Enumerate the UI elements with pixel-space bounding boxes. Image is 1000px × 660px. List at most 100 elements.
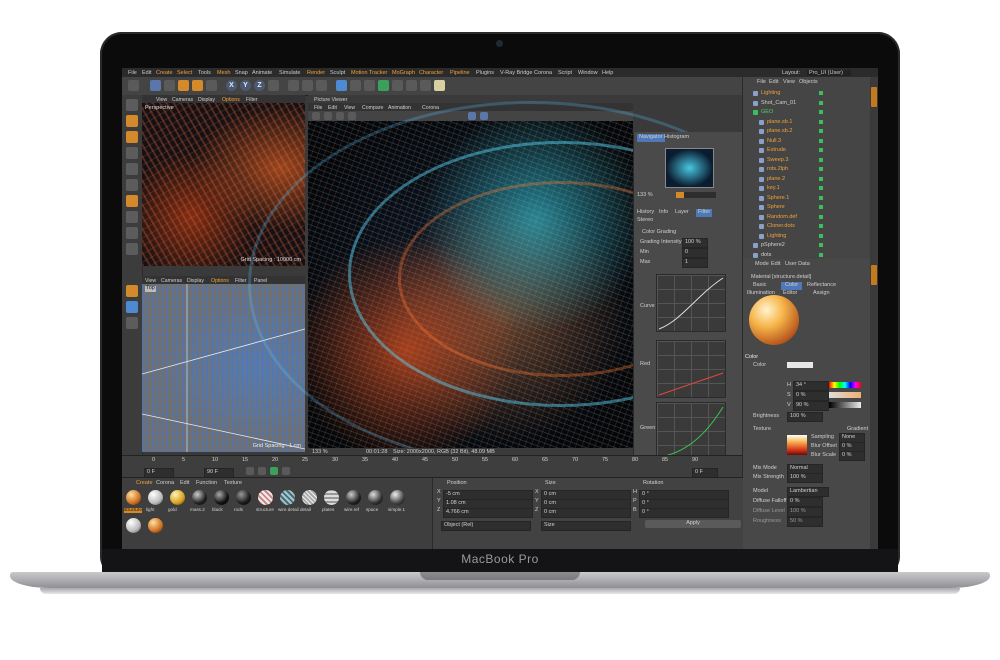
pv-menu-view[interactable]: View	[344, 105, 355, 111]
rotate-tool-icon[interactable]	[192, 80, 203, 91]
mat-menu-corona[interactable]: Corona	[156, 480, 174, 487]
open-image-icon[interactable]	[312, 112, 320, 120]
layout-select[interactable]: Pro_UI (User)	[807, 70, 851, 76]
mat-menu-texture[interactable]: Texture	[224, 480, 242, 487]
save-image-icon[interactable]	[324, 112, 332, 120]
attr-menu-mode[interactable]: Mode	[755, 261, 769, 268]
roughness-field[interactable]: 50 %	[787, 517, 823, 527]
color-swatch[interactable]	[787, 362, 813, 368]
mat-menu-edit[interactable]: Edit	[180, 480, 189, 487]
z-axis-toggle[interactable]: Z	[254, 80, 265, 91]
grading-intensity-field[interactable]: 100 %	[682, 238, 708, 248]
object-enabled-check-icon[interactable]	[819, 176, 823, 181]
solo-icon[interactable]	[126, 285, 138, 297]
value-slider[interactable]	[829, 402, 861, 408]
move-tool-icon[interactable]	[164, 80, 175, 91]
viewport-top-menu-filter[interactable]: Filter	[246, 97, 258, 103]
pv-menu-file[interactable]: File	[314, 105, 322, 111]
object-enabled-check-icon[interactable]	[819, 157, 823, 162]
apply-button[interactable]: Apply	[645, 520, 741, 528]
obj-menu-edit[interactable]: Edit	[769, 79, 778, 86]
material-swatch[interactable]	[148, 518, 163, 533]
material-swatch[interactable]	[148, 490, 163, 505]
undo-icon[interactable]	[128, 80, 139, 91]
object-row[interactable]: Random.def	[749, 213, 873, 222]
field-icon[interactable]	[406, 80, 417, 91]
pv-menu-compare[interactable]: Compare	[362, 105, 383, 111]
navigator-thumbnail[interactable]	[665, 148, 714, 188]
go-to-start-icon[interactable]	[246, 467, 254, 475]
play-icon[interactable]	[270, 467, 278, 475]
viewport-bottom-menu-display[interactable]: Display	[187, 278, 204, 284]
object-row[interactable]: Sweep.3	[749, 156, 873, 165]
object-row[interactable]: Extrude	[749, 146, 873, 155]
min-field[interactable]: 0	[682, 248, 708, 258]
model-mode-icon[interactable]	[126, 99, 138, 111]
deformer-icon[interactable]	[392, 80, 403, 91]
snap-icon[interactable]	[126, 227, 138, 239]
attr-tab-color[interactable]: Color	[781, 282, 803, 290]
x-axis-toggle[interactable]: X	[226, 80, 237, 91]
model-select[interactable]: Lambertian	[787, 487, 829, 497]
mat-menu-create[interactable]: Create	[136, 480, 153, 487]
tab-navigator[interactable]: Navigator	[637, 134, 665, 142]
viewport-bottom-menu-view[interactable]: View	[145, 278, 156, 284]
menu-vray-bridge[interactable]: V-Ray Bridge	[500, 70, 532, 76]
menu-create[interactable]: Create	[156, 70, 173, 76]
material-swatch[interactable]	[170, 490, 185, 505]
object-row[interactable]: Cloner.dots	[749, 222, 873, 231]
mix-strength-field[interactable]: 100 %	[787, 473, 823, 483]
object-enabled-check-icon[interactable]	[819, 110, 823, 114]
color-grading-section[interactable]: Color Grading	[642, 229, 676, 236]
h-field[interactable]: 34 °	[793, 381, 829, 391]
dock-tab-objects[interactable]	[871, 87, 877, 107]
workplane-icon[interactable]	[126, 131, 138, 143]
menu-corona[interactable]: Corona	[534, 70, 552, 76]
object-row[interactable]: Lighting	[749, 89, 873, 98]
attr-tab-editor[interactable]: Editor	[783, 290, 797, 297]
green-curve-editor[interactable]	[656, 402, 726, 460]
stop-render-icon[interactable]	[348, 112, 356, 120]
step-forward-icon[interactable]	[282, 467, 290, 475]
object-enabled-check-icon[interactable]	[819, 167, 823, 171]
coord-size-mode-select[interactable]: Size	[541, 521, 631, 531]
object-enabled-check-icon[interactable]	[819, 252, 823, 257]
material-swatch[interactable]	[126, 490, 141, 505]
object-enabled-check-icon[interactable]	[819, 214, 823, 219]
object-enabled-check-icon[interactable]	[819, 148, 823, 152]
rotation-field[interactable]: 0 °	[639, 508, 729, 518]
coordinate-system-icon[interactable]	[268, 80, 279, 91]
dock-tab-attributes[interactable]	[871, 265, 877, 285]
viewport-top-menu-cameras[interactable]: Cameras	[172, 97, 193, 103]
object-enabled-check-icon[interactable]	[819, 138, 823, 143]
position-field[interactable]: 4.766 cm	[443, 508, 533, 518]
object-row[interactable]: plane.sb.2	[749, 127, 873, 136]
texture-preview[interactable]	[787, 435, 807, 455]
object-row[interactable]: key.1	[749, 184, 873, 193]
hue-slider[interactable]	[829, 382, 861, 388]
red-curve-editor[interactable]	[656, 340, 726, 398]
viewport-bottom-menu-options[interactable]: Options	[211, 278, 229, 284]
s-field[interactable]: 0 %	[793, 391, 829, 401]
menu-mesh[interactable]: Mesh	[217, 70, 230, 76]
menu-motion-tracker[interactable]: Motion Tracker	[351, 70, 387, 76]
saturation-slider[interactable]	[829, 392, 861, 398]
diffuse-falloff-field[interactable]: 0 %	[787, 497, 823, 507]
object-enabled-check-icon[interactable]	[819, 233, 823, 238]
attr-tab-assign[interactable]: Assign	[813, 290, 830, 297]
object-row[interactable]: plane.sb.1	[749, 118, 873, 127]
material-swatch[interactable]	[126, 518, 141, 533]
object-row[interactable]: Lighting	[749, 232, 873, 241]
object-enabled-check-icon[interactable]	[819, 186, 823, 190]
pv-menu-corona[interactable]: Corona	[422, 105, 439, 111]
obj-menu-file[interactable]: File	[757, 79, 766, 86]
object-enabled-check-icon[interactable]	[819, 119, 823, 124]
v-field[interactable]: 90 %	[793, 401, 829, 411]
polygons-mode-icon[interactable]	[126, 179, 138, 191]
subtab-info[interactable]: Info	[659, 209, 668, 216]
menu-sculpt[interactable]: Sculpt	[330, 70, 345, 76]
subtab-history[interactable]: History	[637, 209, 654, 216]
y-axis-toggle[interactable]: Y	[240, 80, 251, 91]
viewport-bottom-menu-cameras[interactable]: Cameras	[161, 278, 182, 284]
coord-mode-select[interactable]: Object (Rel)	[441, 521, 531, 531]
